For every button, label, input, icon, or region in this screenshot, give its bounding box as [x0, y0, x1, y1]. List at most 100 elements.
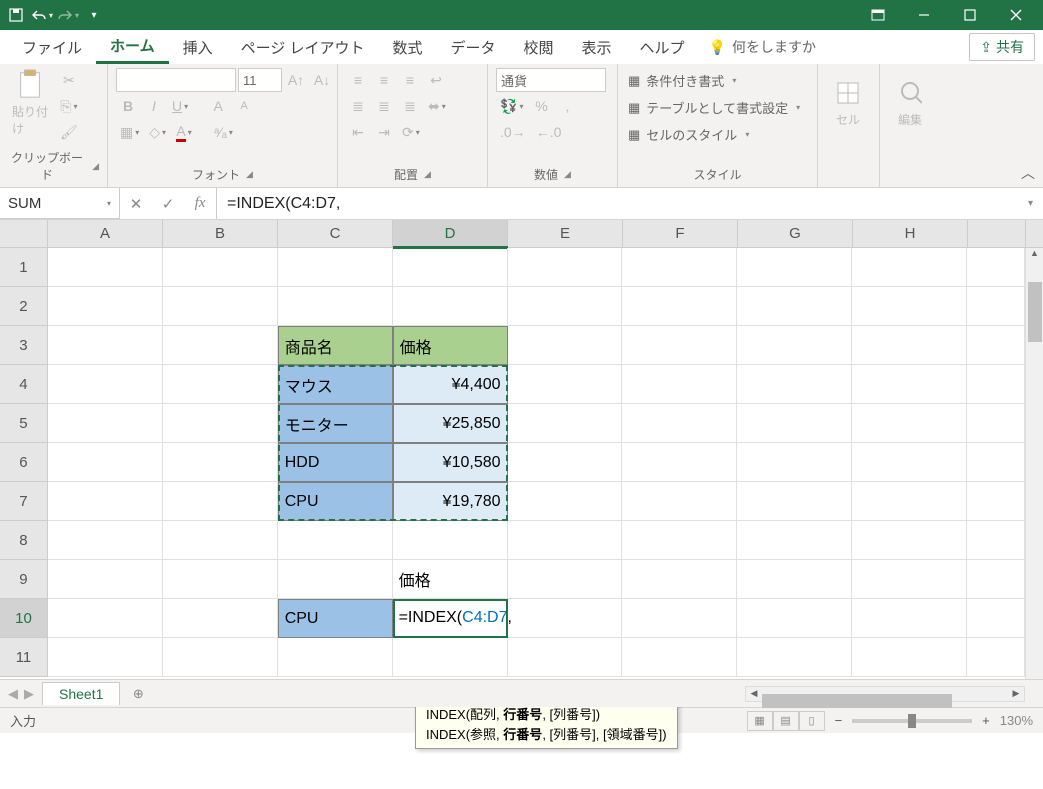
col-header-G[interactable]: G — [738, 220, 853, 247]
horizontal-scrollbar[interactable]: ◀ ▶ — [745, 686, 1025, 702]
row-header-2[interactable]: 2 — [0, 287, 48, 326]
tab-view[interactable]: 表示 — [568, 30, 626, 64]
decrease-indent-button[interactable]: ⇤ — [346, 120, 370, 144]
tab-file[interactable]: ファイル — [8, 30, 96, 64]
col-header-A[interactable]: A — [48, 220, 163, 247]
row-header-6[interactable]: 6 — [0, 443, 48, 482]
decrease-font-button[interactable]: A↓ — [310, 68, 334, 92]
tab-review[interactable]: 校閲 — [510, 30, 568, 64]
formula-bar[interactable]: =INDEX(C4:D7, ▾ — [217, 188, 1043, 219]
sheet-nav-next-icon[interactable]: ▶ — [24, 686, 34, 702]
cell-C4[interactable]: マウス — [278, 365, 393, 404]
tab-formulas[interactable]: 数式 — [378, 30, 436, 64]
increase-decimal-button[interactable]: .0→ — [496, 120, 530, 144]
editing-button[interactable]: 編集 — [888, 68, 932, 138]
align-left-button[interactable]: ≣ — [346, 94, 370, 118]
cell-C3[interactable]: 商品名 — [278, 326, 393, 365]
fill-color-button[interactable]: ◇▾ — [145, 120, 170, 144]
col-header-D[interactable]: D — [393, 220, 508, 247]
number-launcher-icon[interactable]: ◢ — [564, 169, 571, 180]
sheet-tab-1[interactable]: Sheet1 — [42, 682, 120, 705]
align-bottom-button[interactable]: ≡ — [398, 68, 422, 92]
redo-icon[interactable]: ▾ — [56, 2, 80, 28]
row-header-7[interactable]: 7 — [0, 482, 48, 521]
row-header-11[interactable]: 11 — [0, 638, 48, 677]
save-icon[interactable] — [4, 2, 28, 28]
page-break-view-button[interactable]: ▯ — [799, 711, 825, 731]
cell-D9[interactable]: 価格 — [393, 560, 508, 599]
cell-D6[interactable]: ¥10,580 — [393, 443, 508, 482]
font-launcher-icon[interactable]: ◢ — [246, 169, 253, 180]
cell-styles-button[interactable]: ▦セルのスタイル▾ — [626, 122, 809, 147]
cut-button[interactable]: ✂ — [56, 68, 82, 92]
increase-font-button[interactable]: A↑ — [284, 68, 308, 92]
qat-customize-icon[interactable]: ▾ — [82, 2, 106, 28]
close-icon[interactable] — [993, 0, 1039, 30]
font-name-input[interactable] — [116, 68, 236, 92]
row-header-3[interactable]: 3 — [0, 326, 48, 365]
cell-D4[interactable]: ¥4,400 — [393, 365, 508, 404]
accounting-button[interactable]: 💱▾ — [496, 94, 527, 118]
cancel-formula-button[interactable]: ✕ — [126, 195, 146, 213]
hscroll-left-icon[interactable]: ◀ — [746, 688, 762, 699]
hscroll-thumb[interactable] — [762, 694, 952, 708]
cell-D3[interactable]: 価格 — [393, 326, 508, 365]
row-header-9[interactable]: 9 — [0, 560, 48, 599]
sheet-nav-prev-icon[interactable]: ◀ — [8, 686, 18, 702]
cell-D7[interactable]: ¥19,780 — [393, 482, 508, 521]
tab-page-layout[interactable]: ページ レイアウト — [227, 30, 379, 64]
comma-button[interactable]: , — [555, 94, 579, 118]
italic-button[interactable]: I — [142, 94, 166, 118]
wrap-text-button[interactable]: ↩ — [424, 68, 448, 92]
row-header-4[interactable]: 4 — [0, 365, 48, 404]
tell-me-search[interactable]: 💡 何をしますか — [709, 37, 816, 57]
col-header-F[interactable]: F — [623, 220, 738, 247]
expand-formula-bar-icon[interactable]: ▾ — [1028, 198, 1033, 209]
enter-formula-button[interactable]: ✓ — [158, 195, 178, 213]
insert-function-button[interactable]: fx — [190, 195, 210, 212]
zoom-out-button[interactable]: − — [835, 713, 843, 728]
tab-data[interactable]: データ — [436, 30, 509, 64]
minimize-icon[interactable] — [901, 0, 947, 30]
normal-view-button[interactable]: ▦ — [747, 711, 773, 731]
vscroll-thumb[interactable] — [1028, 282, 1042, 342]
paste-button[interactable]: 貼り付け — [8, 68, 52, 138]
zoom-in-button[interactable]: + — [982, 713, 990, 728]
align-middle-button[interactable]: ≡ — [372, 68, 396, 92]
increase-indent-button[interactable]: ⇥ — [372, 120, 396, 144]
alignment-launcher-icon[interactable]: ◢ — [424, 169, 431, 180]
col-header-E[interactable]: E — [508, 220, 623, 247]
row-header-10[interactable]: 10 — [0, 599, 48, 638]
align-center-button[interactable]: ≣ — [372, 94, 396, 118]
page-layout-view-button[interactable]: ▤ — [773, 711, 799, 731]
align-right-button[interactable]: ≣ — [398, 94, 422, 118]
underline-button[interactable]: U▾ — [168, 94, 192, 118]
ribbon-display-icon[interactable] — [855, 0, 901, 30]
vertical-scrollbar[interactable]: ▲ — [1025, 248, 1043, 679]
name-box[interactable]: SUM ▾ — [0, 188, 120, 219]
row-header-5[interactable]: 5 — [0, 404, 48, 443]
merge-button[interactable]: ⬌▾ — [424, 94, 450, 118]
orientation-button[interactable]: ⟳▾ — [398, 120, 424, 144]
cells-button[interactable]: セル — [826, 68, 870, 138]
maximize-icon[interactable] — [947, 0, 993, 30]
tab-home[interactable]: ホーム — [96, 30, 169, 64]
scroll-up-icon[interactable]: ▲ — [1026, 248, 1043, 264]
row-header-8[interactable]: 8 — [0, 521, 48, 560]
zoom-percent[interactable]: 130% — [1000, 713, 1033, 728]
cell-C7[interactable]: CPU — [278, 482, 393, 521]
name-box-dropdown-icon[interactable]: ▾ — [107, 199, 111, 208]
decrease-decimal-button[interactable]: ←.0 — [532, 120, 566, 144]
add-sheet-button[interactable]: ⊕ — [126, 682, 150, 706]
collapse-ribbon-icon[interactable]: ︿ — [1021, 163, 1035, 183]
font-size-input[interactable] — [238, 68, 282, 92]
borders-button[interactable]: ▦▾ — [116, 120, 143, 144]
clipboard-launcher-icon[interactable]: ◢ — [92, 161, 99, 172]
tab-help[interactable]: ヘルプ — [626, 30, 699, 64]
format-painter-button[interactable]: 🖌 — [56, 120, 82, 144]
cell-C5[interactable]: モニター — [278, 404, 393, 443]
phonetic-button[interactable]: ᵃ⁄ₐ▾ — [210, 120, 237, 144]
shrink-font-button[interactable]: A — [232, 94, 256, 118]
col-header-H[interactable]: H — [853, 220, 968, 247]
grow-font-button[interactable]: A — [206, 94, 230, 118]
